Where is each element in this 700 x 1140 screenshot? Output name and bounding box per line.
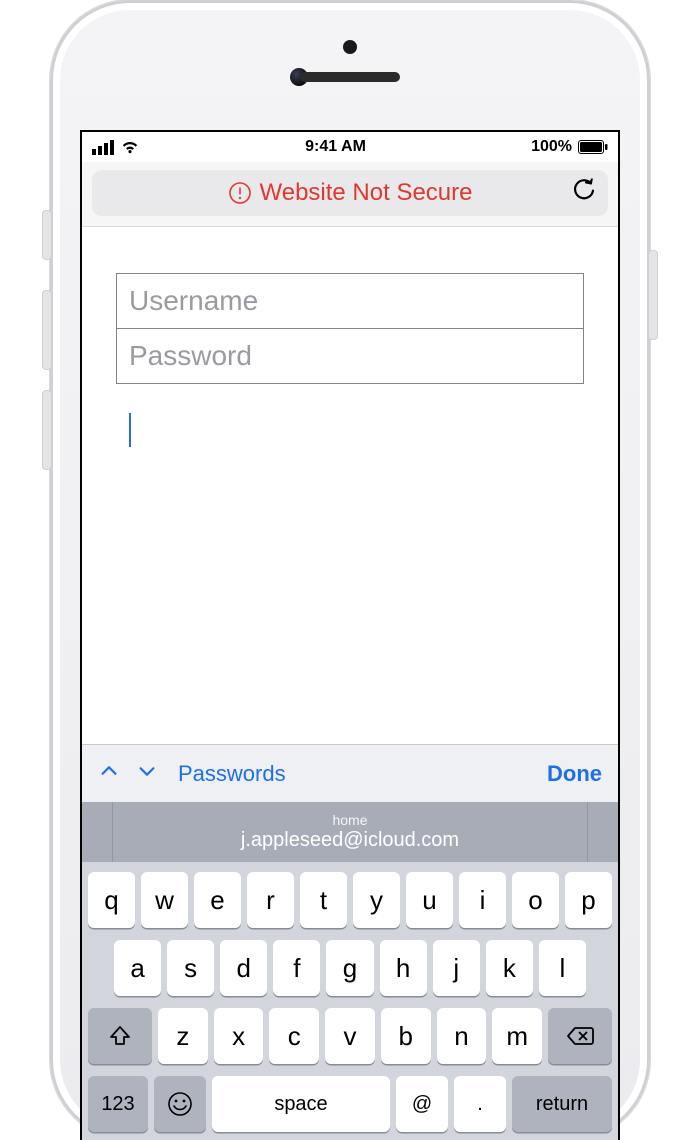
status-left xyxy=(92,140,140,155)
key-row-3: z x c v b n m xyxy=(88,1008,612,1064)
status-time: 9:41 AM xyxy=(305,138,366,156)
key-k[interactable]: k xyxy=(486,940,533,996)
key-t[interactable]: t xyxy=(300,872,347,928)
autofill-suggestion[interactable]: home j.appleseed@icloud.com xyxy=(112,802,588,862)
previous-field-button[interactable] xyxy=(98,760,120,787)
key-u[interactable]: u xyxy=(406,872,453,928)
key-e[interactable]: e xyxy=(194,872,241,928)
key-m[interactable]: m xyxy=(492,1008,542,1064)
at-key[interactable]: @ xyxy=(396,1076,448,1132)
autofill-pad-right xyxy=(588,802,618,862)
password-field[interactable] xyxy=(116,328,584,384)
key-h[interactable]: h xyxy=(380,940,427,996)
key-n[interactable]: n xyxy=(437,1008,487,1064)
address-bar-text: Website Not Secure xyxy=(260,179,473,207)
reload-button[interactable] xyxy=(572,179,596,208)
phone-body: 9:41 AM 100% Website Not Secure xyxy=(50,0,650,1140)
key-i[interactable]: i xyxy=(459,872,506,928)
screen: 9:41 AM 100% Website Not Secure xyxy=(80,130,620,1140)
web-page xyxy=(82,227,618,744)
key-a[interactable]: a xyxy=(114,940,161,996)
return-key[interactable]: return xyxy=(512,1076,612,1132)
battery-percentage: 100% xyxy=(531,138,572,156)
battery-icon xyxy=(578,140,608,154)
device-camera xyxy=(343,40,357,54)
autofill-bar: home j.appleseed@icloud.com xyxy=(82,802,618,862)
keyboard: q w e r t y u i o p a s d f g h j k l xyxy=(82,862,618,1140)
key-o[interactable]: o xyxy=(512,872,559,928)
text-caret xyxy=(129,413,131,447)
warning-icon xyxy=(228,181,252,205)
key-row-4: 123 space @ . return xyxy=(88,1076,612,1132)
key-d[interactable]: d xyxy=(220,940,267,996)
key-j[interactable]: j xyxy=(433,940,480,996)
device-volume-down xyxy=(42,390,52,470)
key-b[interactable]: b xyxy=(381,1008,431,1064)
key-z[interactable]: z xyxy=(158,1008,208,1064)
device-speaker xyxy=(300,72,400,82)
next-field-button[interactable] xyxy=(136,760,158,787)
key-y[interactable]: y xyxy=(353,872,400,928)
device-mute-switch xyxy=(42,210,52,260)
shift-key[interactable] xyxy=(88,1008,152,1064)
key-g[interactable]: g xyxy=(326,940,373,996)
key-row-2: a s d f g h j k l xyxy=(88,940,612,996)
address-bar[interactable]: Website Not Secure xyxy=(92,170,608,216)
key-l[interactable]: l xyxy=(539,940,586,996)
numbers-key[interactable]: 123 xyxy=(88,1076,148,1132)
backspace-icon xyxy=(566,1025,594,1047)
wifi-icon xyxy=(120,140,140,154)
status-bar: 9:41 AM 100% xyxy=(82,132,618,162)
toolbar: Website Not Secure xyxy=(82,162,618,227)
device-volume-up xyxy=(42,290,52,370)
key-p[interactable]: p xyxy=(565,872,612,928)
key-v[interactable]: v xyxy=(325,1008,375,1064)
input-accessory-bar: Passwords Done xyxy=(82,744,618,802)
autofill-pad-left xyxy=(82,802,112,862)
key-w[interactable]: w xyxy=(141,872,188,928)
backspace-key[interactable] xyxy=(548,1008,612,1064)
key-c[interactable]: c xyxy=(269,1008,319,1064)
key-x[interactable]: x xyxy=(214,1008,264,1064)
key-q[interactable]: q xyxy=(88,872,135,928)
cellular-signal-icon xyxy=(92,140,114,155)
key-r[interactable]: r xyxy=(247,872,294,928)
autofill-value: j.appleseed@icloud.com xyxy=(241,829,459,852)
status-right: 100% xyxy=(531,138,608,156)
autofill-category: home xyxy=(332,813,367,827)
space-key[interactable]: space xyxy=(212,1076,390,1132)
emoji-icon xyxy=(167,1091,193,1117)
passwords-button[interactable]: Passwords xyxy=(178,761,286,787)
username-field[interactable] xyxy=(116,273,584,329)
dot-key[interactable]: . xyxy=(454,1076,506,1132)
key-f[interactable]: f xyxy=(273,940,320,996)
emoji-key[interactable] xyxy=(154,1076,206,1132)
address-bar-warning: Website Not Secure xyxy=(228,179,473,207)
done-button[interactable]: Done xyxy=(547,761,602,787)
shift-icon xyxy=(108,1024,132,1048)
key-row-1: q w e r t y u i o p xyxy=(88,872,612,928)
key-s[interactable]: s xyxy=(167,940,214,996)
device-power-button xyxy=(648,250,658,340)
